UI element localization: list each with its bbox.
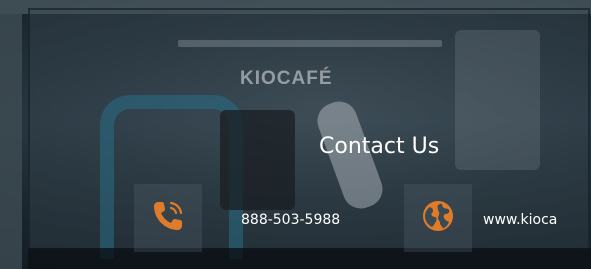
phone-icon: [150, 198, 186, 239]
contact-title: Contact Us: [319, 134, 440, 159]
phone-number[interactable]: 888-503-5988: [241, 212, 340, 228]
phone-icon-box[interactable]: [134, 184, 202, 252]
kiosk-shelf: [178, 40, 442, 47]
kiosk-base: [28, 248, 591, 269]
globe-icon-box[interactable]: [404, 184, 472, 252]
coffee-machine: [220, 110, 295, 210]
glass-panel: [455, 30, 540, 170]
contact-banner: KIOCAFÉ Contact Us 888-503-5988 www.kioc…: [0, 0, 591, 269]
globe-icon: [421, 199, 455, 238]
left-pillar: [0, 0, 22, 269]
website-link[interactable]: www.kioca: [483, 212, 557, 228]
kiocafe-logo: KIOCAFÉ: [240, 68, 333, 89]
